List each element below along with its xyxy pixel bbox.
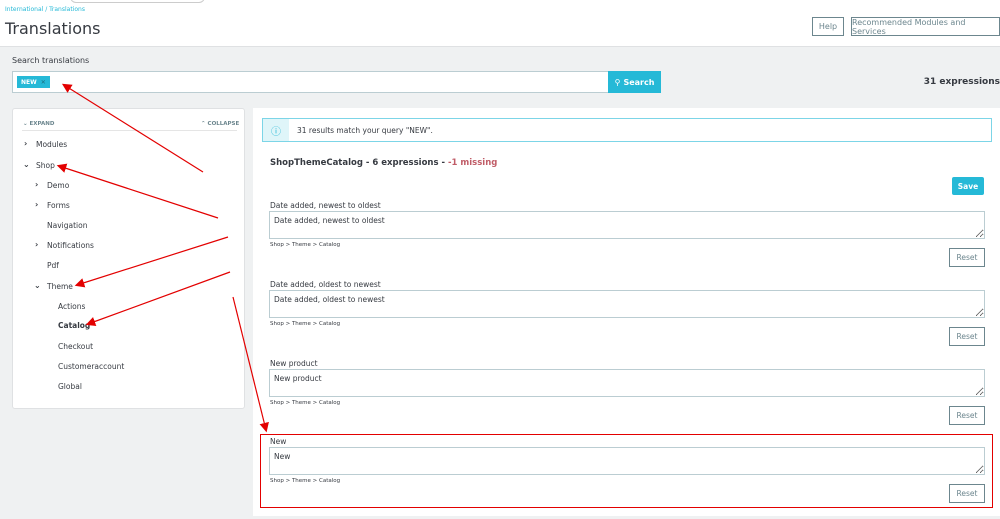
domain-title: ShopThemeCatalog - 6 expressions - -1 mi…	[270, 158, 497, 168]
tree-item-global[interactable]: Global	[58, 382, 82, 391]
collapse-button[interactable]: ⌃ COLLAPSE	[201, 121, 239, 127]
translation-tree: ⌄ EXPAND ⌃ COLLAPSE › Modules ⌄ Shop › D…	[12, 108, 245, 409]
search-tag: NEW ✕	[17, 76, 50, 88]
translation-input[interactable]: New product	[269, 369, 985, 397]
expand-button[interactable]: ⌄ EXPAND	[23, 121, 54, 127]
tree-item-forms[interactable]: Forms	[47, 201, 70, 210]
translation-item: Date added, oldest to newest Date added,…	[269, 280, 985, 362]
search-input[interactable]: NEW ✕	[12, 71, 609, 93]
search-icon: ⚲	[614, 77, 621, 87]
search-label: Search translations	[12, 56, 90, 65]
tree-item-actions[interactable]: Actions	[58, 302, 85, 311]
chevron-right-icon[interactable]: ›	[35, 240, 38, 249]
reset-button[interactable]: Reset	[949, 248, 985, 267]
translation-path: Shop > Theme > Catalog	[270, 321, 341, 327]
tree-item-checkout[interactable]: Checkout	[58, 342, 93, 351]
chevron-down-icon[interactable]: ⌄	[23, 160, 30, 169]
tree-item-customeraccount[interactable]: Customeraccount	[58, 362, 124, 371]
chevron-right-icon[interactable]: ›	[35, 180, 38, 189]
translation-path: Shop > Theme > Catalog	[270, 242, 341, 248]
remove-tag-icon[interactable]: ✕	[41, 79, 46, 86]
chevron-right-icon[interactable]: ›	[35, 200, 38, 209]
tree-item-shop[interactable]: Shop	[36, 161, 55, 170]
tree-item-pdf[interactable]: Pdf	[47, 261, 59, 270]
divider	[22, 130, 237, 131]
top-search-box[interactable]	[70, 0, 205, 3]
domain-name: ShopThemeCatalog - 6 expressions -	[270, 158, 448, 168]
reset-button[interactable]: Reset	[949, 327, 985, 346]
chevron-right-icon[interactable]: ›	[24, 139, 27, 148]
info-icon: ⓘ	[263, 119, 289, 141]
recommended-modules-button[interactable]: Recommended Modules and Services	[851, 17, 1000, 36]
translation-path: Shop > Theme > Catalog	[270, 400, 341, 406]
save-button[interactable]: Save	[952, 177, 984, 195]
tree-item-theme[interactable]: Theme	[47, 282, 73, 291]
translation-label: Date added, newest to oldest	[270, 201, 381, 210]
tree-item-modules[interactable]: Modules	[36, 140, 67, 149]
missing-count: -1 missing	[447, 158, 498, 168]
translation-input[interactable]: Date added, newest to oldest	[269, 211, 985, 239]
info-alert: ⓘ 31 results match your query "NEW".	[262, 118, 992, 142]
translation-label: Date added, oldest to newest	[270, 280, 381, 289]
info-text: 31 results match your query "NEW".	[297, 125, 433, 135]
tree-item-navigation[interactable]: Navigation	[47, 221, 87, 230]
highlight-box	[260, 434, 993, 508]
translation-item: New product New product Shop > Theme > C…	[269, 359, 985, 441]
chevron-down-icon[interactable]: ⌄	[34, 281, 41, 290]
search-button[interactable]: ⚲ Search	[608, 71, 661, 93]
reset-button[interactable]: Reset	[949, 406, 985, 425]
tag-label: NEW	[21, 78, 37, 86]
breadcrumb[interactable]: International / Translations	[5, 6, 85, 13]
tree-item-demo[interactable]: Demo	[47, 181, 69, 190]
help-button[interactable]: Help	[812, 17, 844, 36]
tree-item-notifications[interactable]: Notifications	[47, 241, 94, 250]
translation-item: Date added, newest to oldest Date added,…	[269, 201, 985, 283]
tree-item-catalog[interactable]: Catalog	[58, 321, 90, 330]
translation-label: New product	[270, 359, 318, 368]
page-header: International / Translations Translation…	[0, 0, 1000, 47]
page-title: Translations	[5, 19, 101, 38]
expressions-count: 31 expressions	[923, 77, 1000, 87]
translation-input[interactable]: Date added, oldest to newest	[269, 290, 985, 318]
search-button-label: Search	[623, 77, 655, 87]
